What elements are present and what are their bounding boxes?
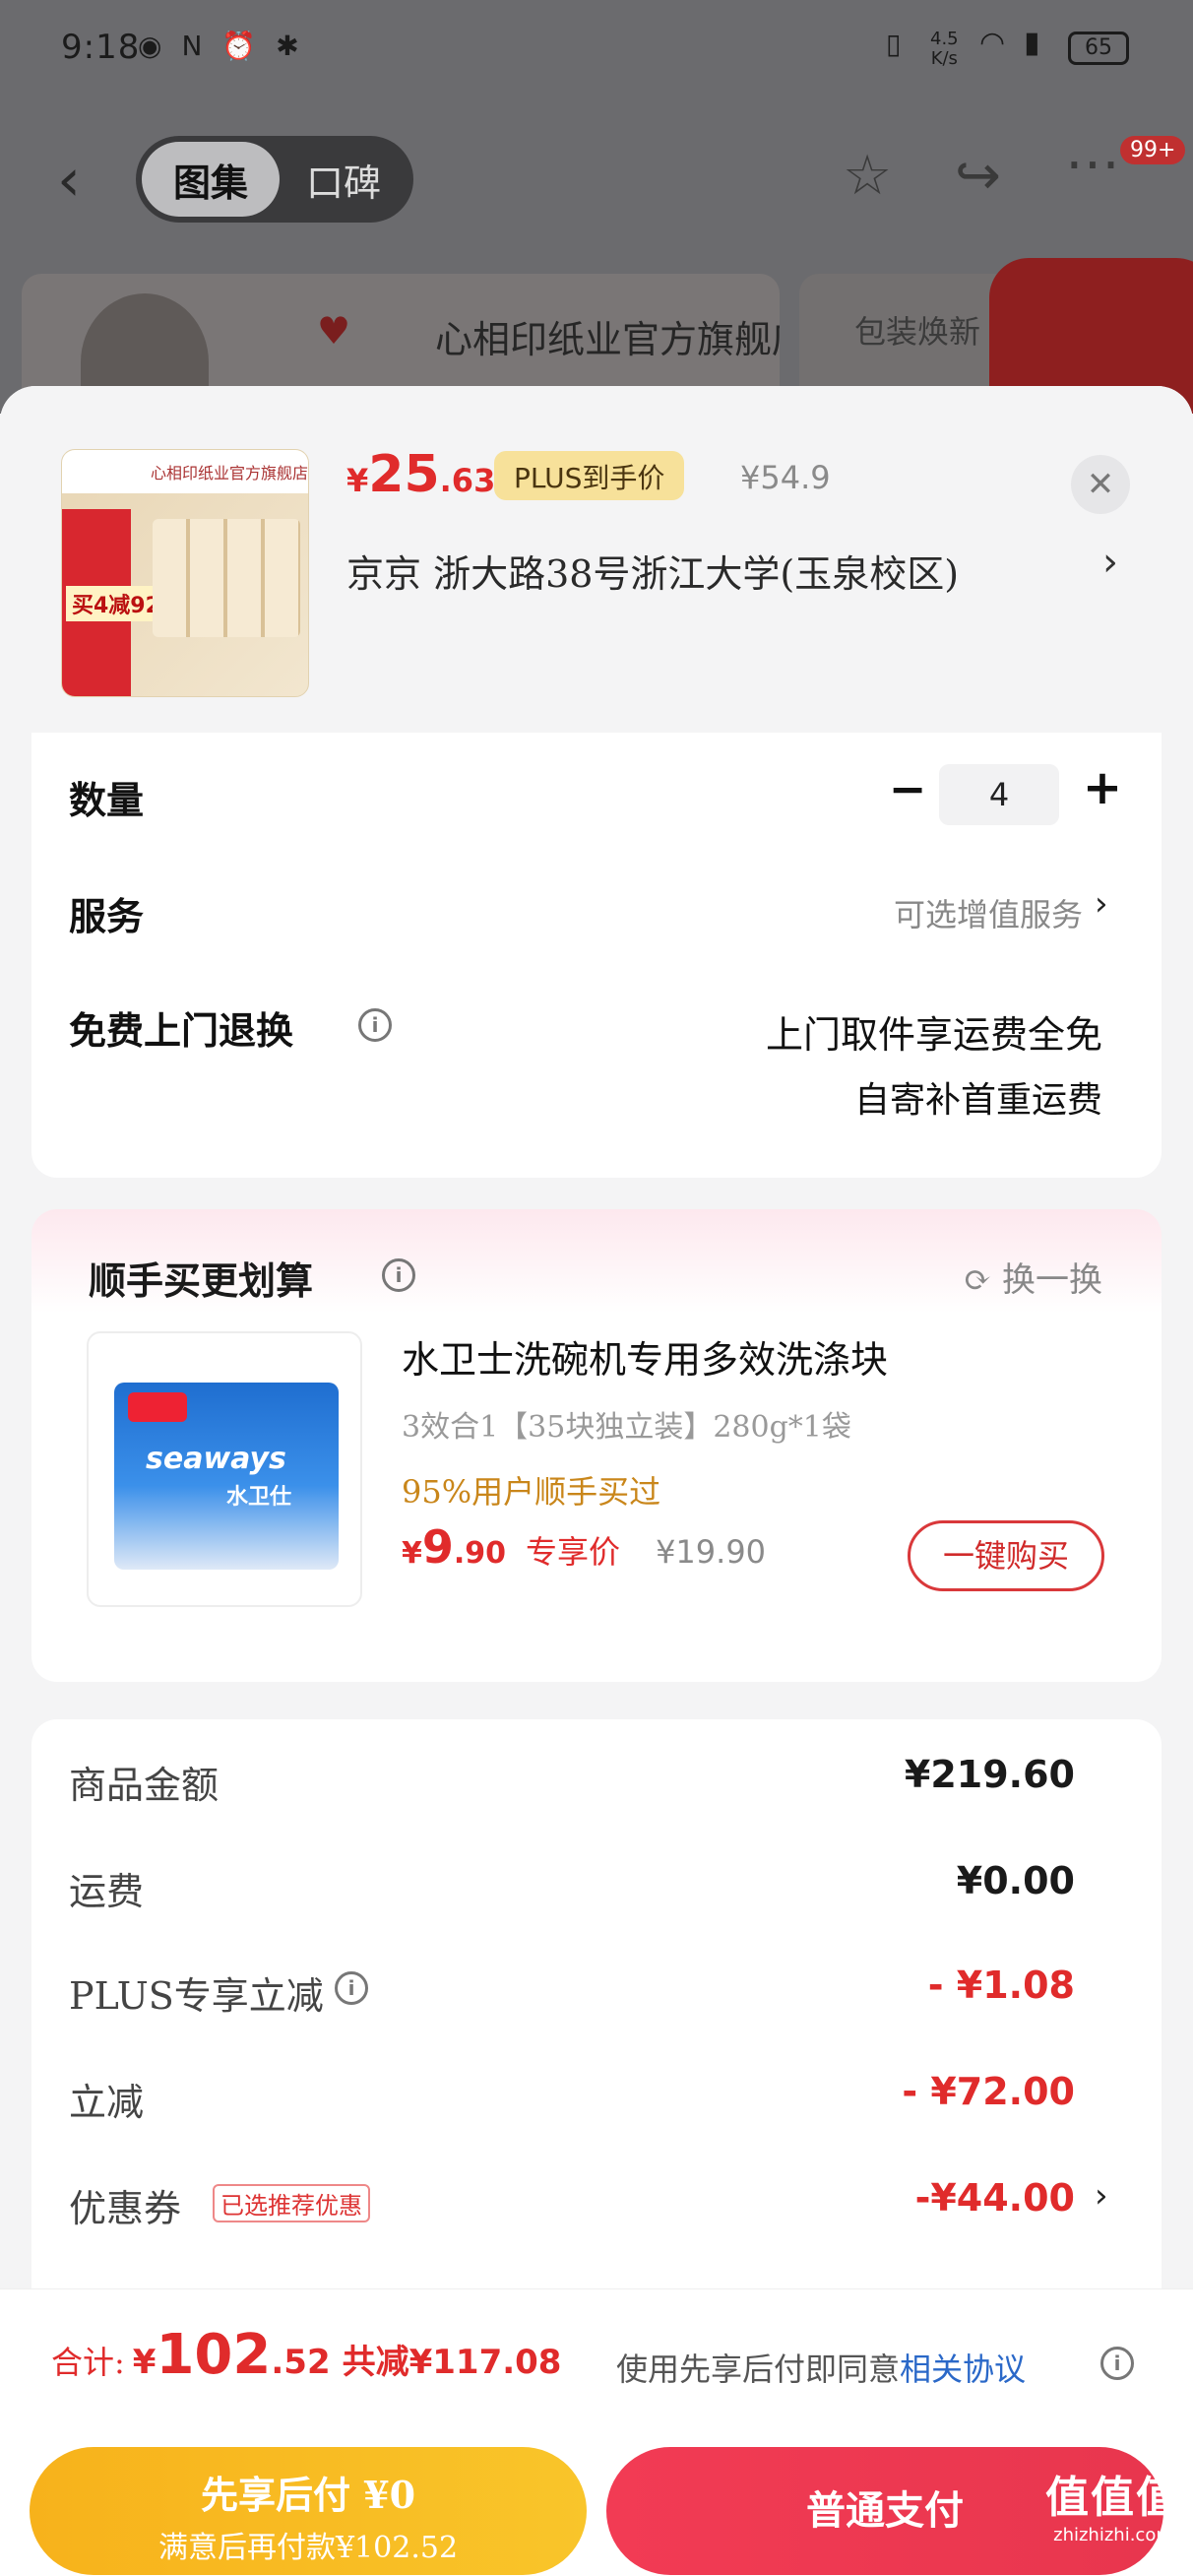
status-time: 9:18	[61, 28, 141, 67]
close-icon[interactable]: ✕	[1071, 455, 1130, 514]
refresh-icon: ⟳	[963, 1260, 1002, 1300]
wifi-icon: ◠	[979, 26, 1006, 60]
info-icon[interactable]: i	[382, 1258, 415, 1292]
chevron-right-icon[interactable]: ›	[1095, 2176, 1108, 2216]
plus-button[interactable]: +	[1073, 760, 1132, 815]
summary-value-shipping: ¥0.00	[956, 1859, 1075, 1902]
add-on-deal-card: 顺手买更划算 i ⟳ 换一换 seaways 水卫仕 水卫士洗碗机专用多效洗涤块…	[31, 1209, 1162, 1682]
summary-value-plus-discount: - ¥1.08	[927, 1964, 1075, 2007]
original-price: ¥54.9	[740, 459, 831, 496]
back-arrow-icon[interactable]: ‹	[57, 146, 81, 215]
return-self-ship-text: 自寄补首重运费	[853, 1080, 1102, 1121]
total-label: 合计:	[51, 2344, 125, 2381]
network-speed: 4.5 K/s	[930, 29, 959, 69]
refresh-button[interactable]: ⟳ 换一换	[964, 1253, 1102, 1301]
purchase-sheet: 心相印纸业官方旗舰店 买4减92 ¥ 25 .63 PLUS到手价 ¥54.9 …	[0, 386, 1193, 2576]
deal-product-spec: 3效合1【35块独立装】280g*1袋	[402, 1410, 851, 1445]
order-total: 合计: ¥ 102 .52 共减¥117.08	[51, 2323, 562, 2387]
service-label: 服务	[69, 894, 145, 938]
summary-label-coupon: 优惠券	[69, 2187, 182, 2230]
plus-price-badge: PLUS到手价	[494, 451, 685, 500]
more-icon[interactable]: ⋯	[1065, 132, 1120, 196]
info-icon[interactable]: i	[335, 1971, 368, 2005]
tissue-boxes-image	[153, 519, 300, 637]
eye-icon: ◉	[138, 30, 162, 62]
deal-img-brand: seaways	[146, 1442, 286, 1476]
share-icon[interactable]: ↪	[955, 144, 1001, 208]
one-click-buy-button[interactable]: 一键购买	[908, 1520, 1104, 1591]
quantity-label: 数量	[69, 778, 145, 822]
watermark-logo: 值值值 zhizhizhi.com	[1045, 2473, 1181, 2545]
thumb-promo: 买4减92	[66, 586, 166, 621]
delivery-address[interactable]: 京京 浙大路38号浙江大学(玉泉校区)	[346, 544, 959, 598]
background-product-page: 9:18 ◉ N ⏰ ✱ ▯ 4.5 K/s ◠ ▮ 65 ‹ 图集 口碑 ☆ …	[0, 0, 1193, 414]
sheet-header: 心相印纸业官方旗舰店 买4减92 ¥ 25 .63 PLUS到手价 ¥54.9 …	[0, 386, 1193, 733]
minus-button[interactable]: −	[878, 762, 937, 815]
return-label: 免费上门退换	[69, 1008, 294, 1053]
checkout-bar: 合计: ¥ 102 .52 共减¥117.08 使用先享后付即同意相关协议 i …	[0, 2288, 1193, 2576]
product-thumbnail: 心相印纸业官方旗舰店 买4减92	[61, 449, 309, 697]
summary-label-subtotal: 商品金额	[69, 1764, 220, 1807]
summary-label-discount: 立减	[69, 2081, 145, 2124]
options-card: 数量 − 4 + 服务 可选增值服务 › 免费上门退换 i 上门取件享运费全免 …	[31, 733, 1162, 1178]
tab-gallery[interactable]: 图集	[142, 142, 280, 217]
deal-price: ¥ 9 .90 专享价 ¥19.90	[402, 1520, 767, 1574]
summary-value-subtotal: ¥219.60	[904, 1753, 1075, 1796]
thumb-shop-name: 心相印纸业官方旗舰店	[62, 450, 308, 493]
info-icon[interactable]: i	[358, 1008, 392, 1042]
summary-label-shipping: 运费	[69, 1870, 145, 1913]
summary-value-coupon[interactable]: -¥44.00	[915, 2176, 1075, 2220]
deal-product-name[interactable]: 水卫士洗碗机专用多效洗涤块	[402, 1329, 888, 1384]
message-badge: 99+	[1120, 136, 1186, 164]
nfc-icon: N	[181, 30, 203, 62]
battery-indicator: 65	[1068, 32, 1129, 65]
view-toggle: 图集 口碑	[136, 136, 413, 223]
exclusive-price-label: 专享价	[526, 1533, 621, 1571]
deal-purchase-stat: 95%用户顺手买过	[402, 1473, 661, 1511]
chevron-right-icon[interactable]: ›	[1095, 884, 1108, 924]
return-pickup-text: 上门取件享运费全免	[765, 1013, 1102, 1057]
deal-product-image[interactable]: seaways 水卫仕	[87, 1331, 362, 1607]
status-bar: 9:18 ◉ N ⏰ ✱ ▯ 4.5 K/s ◠ ▮ 65	[0, 0, 1193, 98]
total-savings: 共减¥117.08	[342, 2343, 562, 2382]
service-option[interactable]: 可选增值服务	[894, 890, 1083, 935]
deal-original-price: ¥19.90	[656, 1533, 767, 1571]
deal-title: 顺手买更划算	[89, 1259, 314, 1303]
agreement-link[interactable]: 相关协议	[900, 2351, 1026, 2388]
shop-name: 心相印纸业官方旗舰店	[435, 318, 780, 361]
battery-saver-icon: ▮	[1024, 26, 1040, 60]
summary-value-discount: - ¥72.00	[902, 2070, 1075, 2113]
quantity-input[interactable]: 4	[939, 764, 1059, 825]
product-price: ¥ 25 .63	[346, 445, 496, 504]
vibrate-icon: ▯	[886, 28, 902, 60]
deal-img-cn: 水卫仕	[226, 1485, 292, 1510]
star-icon[interactable]: ☆	[843, 144, 892, 208]
agreement-text: 使用先享后付即同意相关协议	[616, 2351, 1027, 2388]
top-navigation: ‹ 图集 口碑 ☆ ↪ ⋯ 99+	[0, 128, 1193, 226]
summary-label-plus-discount: PLUS专享立减	[69, 1974, 324, 2018]
tab-reviews[interactable]: 口碑	[280, 153, 408, 207]
alarm-icon: ⏰	[221, 30, 257, 62]
chevron-right-icon[interactable]: ›	[1102, 540, 1118, 585]
info-icon[interactable]: i	[1100, 2347, 1134, 2380]
package-text: 包装焕新	[854, 313, 981, 351]
coupon-recommended-tag: 已选推荐优惠	[213, 2184, 370, 2222]
bluetooth-icon: ✱	[276, 30, 299, 62]
shop-logo-icon: ♥	[317, 309, 351, 353]
pay-later-button[interactable]: 先享后付 ¥0 满意后再付款¥102.52	[30, 2447, 587, 2575]
